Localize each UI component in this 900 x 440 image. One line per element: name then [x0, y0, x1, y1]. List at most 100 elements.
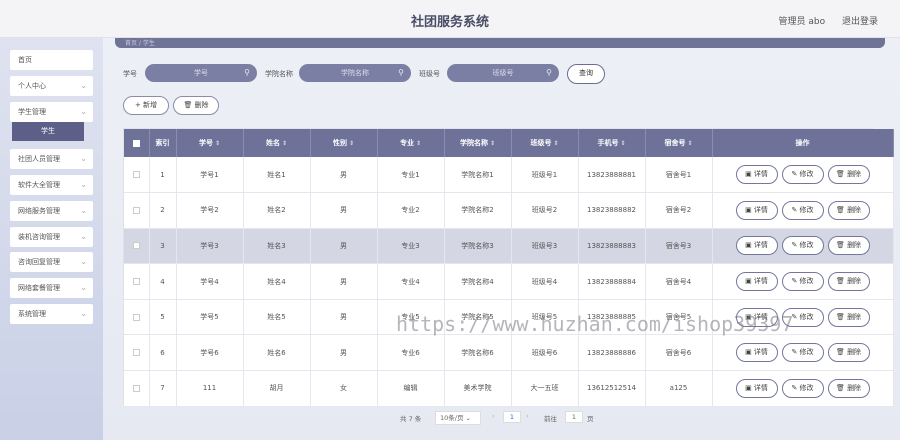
row-checkbox-cell — [124, 334, 150, 372]
trash-icon: 🗑 — [835, 241, 848, 250]
sort-icon[interactable]: ⇕ — [687, 140, 692, 147]
delete-button-label: 删除 — [847, 205, 862, 214]
prev-page-icon[interactable]: ‹ — [492, 412, 495, 420]
row-checkbox[interactable] — [132, 313, 140, 321]
edit-button[interactable]: ✎ 修改 — [781, 165, 824, 185]
column-header-2[interactable]: 姓名 ⇕ — [243, 129, 311, 157]
row-checkbox-cell — [124, 370, 150, 407]
edit-button[interactable]: ✎ 修改 — [781, 236, 824, 256]
goto-page-input[interactable]: 1 — [565, 411, 583, 423]
delete-button[interactable]: 🗑 删除 — [827, 272, 870, 292]
table-cell: 宿舍号1 — [645, 157, 713, 194]
table-cell: 5 — [149, 299, 177, 336]
column-header-label: 学院名称 — [459, 139, 488, 147]
college-search-input[interactable]: 学院名称 ⚲ — [299, 64, 411, 82]
chevron-down-icon: ⌄ — [80, 309, 87, 318]
delete-button[interactable]: 🗑 删除 — [827, 165, 870, 185]
delete-button[interactable]: 🗑 删除 — [827, 200, 870, 220]
sidebar-item-label: 系统管理 — [18, 310, 46, 318]
row-checkbox[interactable] — [132, 171, 140, 179]
table-cell: 姓名3 — [243, 228, 311, 265]
row-checkbox[interactable] — [132, 206, 140, 214]
sort-icon[interactable]: ⇕ — [620, 140, 625, 147]
column-header-8[interactable]: 宿舍号 ⇕ — [645, 129, 713, 157]
current-page[interactable]: 1 — [503, 411, 521, 423]
details-button[interactable]: ▣ 详情 — [735, 343, 778, 363]
row-checkbox[interactable] — [132, 278, 140, 286]
table-row[interactable]: 1 学号1 姓名1 男专业1 学院名称1 班级号1 13823888881 宿舍号1 ▣ 详情 ✎… — [124, 157, 894, 194]
delete-button-label: 删除 — [847, 170, 862, 179]
delete-button-label: 删除 — [847, 383, 862, 392]
sidebar-item-0[interactable]: 首页 — [10, 50, 93, 70]
sidebar-item-7[interactable]: 咨询回复管理 ⌄ — [10, 252, 93, 272]
row-actions: ▣ 详情 ✎ 修改 🗑 删除 — [712, 370, 894, 407]
pencil-icon: ✎ — [791, 348, 800, 357]
add-button[interactable]: + 新增 — [123, 96, 169, 115]
edit-button[interactable]: ✎ 修改 — [781, 200, 824, 220]
sort-icon[interactable]: ⇕ — [416, 140, 421, 147]
details-button-label: 详情 — [753, 383, 768, 392]
edit-button-label: 修改 — [799, 241, 814, 250]
table-row[interactable]: 7 111 胡月女编辑 美术学院 大一五班 13612512514 a125 ▣ 详情 ✎ 修改… — [124, 370, 894, 407]
edit-button[interactable]: ✎ 修改 — [781, 378, 824, 398]
query-button[interactable]: 查询 — [567, 64, 605, 84]
row-actions: ▣ 详情 ✎ 修改 🗑 删除 — [712, 192, 894, 229]
sort-icon[interactable]: ⇕ — [215, 140, 220, 147]
sort-icon[interactable]: ⇕ — [282, 140, 287, 147]
delete-button[interactable]: 🗑 删除 — [827, 378, 870, 398]
column-header-5[interactable]: 学院名称 ⇕ — [444, 129, 512, 157]
edit-button-label: 修改 — [799, 170, 814, 179]
table-cell: 13823888884 — [578, 263, 646, 300]
class-search-input[interactable]: 班级号 ⚲ — [447, 64, 559, 82]
details-button[interactable]: ▣ 详情 — [735, 165, 778, 185]
sidebar-item-1[interactable]: 个人中心 ⌄ — [10, 76, 93, 96]
sort-icon[interactable]: ⇕ — [490, 140, 495, 147]
row-checkbox-cell — [124, 192, 150, 229]
column-header-6[interactable]: 班级号 ⇕ — [511, 129, 579, 157]
row-checkbox[interactable] — [132, 384, 140, 392]
logout-link[interactable]: 退出登录 — [842, 17, 878, 27]
details-button[interactable]: ▣ 详情 — [735, 378, 778, 398]
trash-icon: 🗑 — [835, 383, 848, 392]
main-content: 首页 / 学生 学号 学号 ⚲ 学院名称 学院名称 ⚲ 班级号 班级号 ⚲ 查询 + … — [103, 38, 900, 440]
edit-button[interactable]: ✎ 修改 — [781, 272, 824, 292]
table-row[interactable]: 2 学号2 姓名2 男专业2 学院名称2 班级号2 13823888882 宿舍号2 ▣ 详情 ✎… — [124, 192, 894, 229]
page-size-select[interactable]: 10条/页 ⌄ — [435, 411, 481, 425]
edit-button[interactable]: ✎ 修改 — [781, 343, 824, 363]
table-row[interactable]: 3 学号3 姓名3 男专业3 学院名称3 班级号3 13823888883 宿舍号3 ▣ 详情 ✎… — [124, 228, 894, 265]
table-row[interactable]: 6 学号6 姓名6 男专业6 学院名称6 班级号6 13823888886 宿舍号6 ▣ 详情 ✎… — [124, 334, 894, 372]
detail-icon: ▣ — [745, 170, 754, 179]
sidebar-item-5[interactable]: 网络服务管理 ⌄ — [10, 201, 93, 221]
sidebar-item-2[interactable]: 学生管理 ⌄ — [10, 102, 93, 122]
sort-icon[interactable]: ⇕ — [349, 140, 354, 147]
sort-icon[interactable]: ⇕ — [553, 140, 558, 147]
column-header-7[interactable]: 手机号 ⇕ — [578, 129, 646, 157]
page-size-value: 10条/页 — [440, 414, 464, 422]
delete-button[interactable]: 🗑 删除 — [827, 236, 870, 256]
column-header-4[interactable]: 专业 ⇕ — [377, 129, 445, 157]
sidebar-item-4[interactable]: 软件大全管理 ⌄ — [10, 175, 93, 195]
sidebar-item-9[interactable]: 系统管理 ⌄ — [10, 304, 93, 324]
table-cell: 编辑 — [377, 370, 445, 407]
select-all-checkbox[interactable] — [132, 139, 140, 147]
row-checkbox[interactable] — [132, 242, 140, 250]
delete-button[interactable]: 🗑 删除 — [827, 307, 870, 327]
details-button[interactable]: ▣ 详情 — [735, 272, 778, 292]
details-button[interactable]: ▣ 详情 — [735, 200, 778, 220]
sidebar-item-3[interactable]: 社团人员管理 ⌄ — [10, 149, 93, 169]
table-row[interactable]: 4 学号4 姓名4 男专业4 学院名称4 班级号4 13823888884 宿舍号4 ▣ 详情 ✎… — [124, 263, 894, 300]
sidebar-item-8[interactable]: 网络套餐管理 ⌄ — [10, 278, 93, 298]
batch-delete-button[interactable]: 🗑 删除 — [173, 96, 219, 115]
column-header-3[interactable]: 性别 ⇕ — [310, 129, 378, 157]
details-button[interactable]: ▣ 详情 — [735, 236, 778, 256]
row-checkbox[interactable] — [132, 349, 140, 357]
table-cell: 宿舍号2 — [645, 192, 713, 229]
table-cell: 13823888883 — [578, 228, 646, 265]
next-page-icon[interactable]: › — [526, 412, 529, 420]
sidebar-item-6[interactable]: 装机咨询管理 ⌄ — [10, 227, 93, 247]
table-cell: 男 — [310, 192, 378, 229]
column-header-1[interactable]: 学号 ⇕ — [176, 129, 244, 157]
delete-button[interactable]: 🗑 删除 — [827, 343, 870, 363]
sidebar-subitem-student[interactable]: 学生 — [12, 122, 84, 141]
student-id-search-input[interactable]: 学号 ⚲ — [145, 64, 257, 82]
